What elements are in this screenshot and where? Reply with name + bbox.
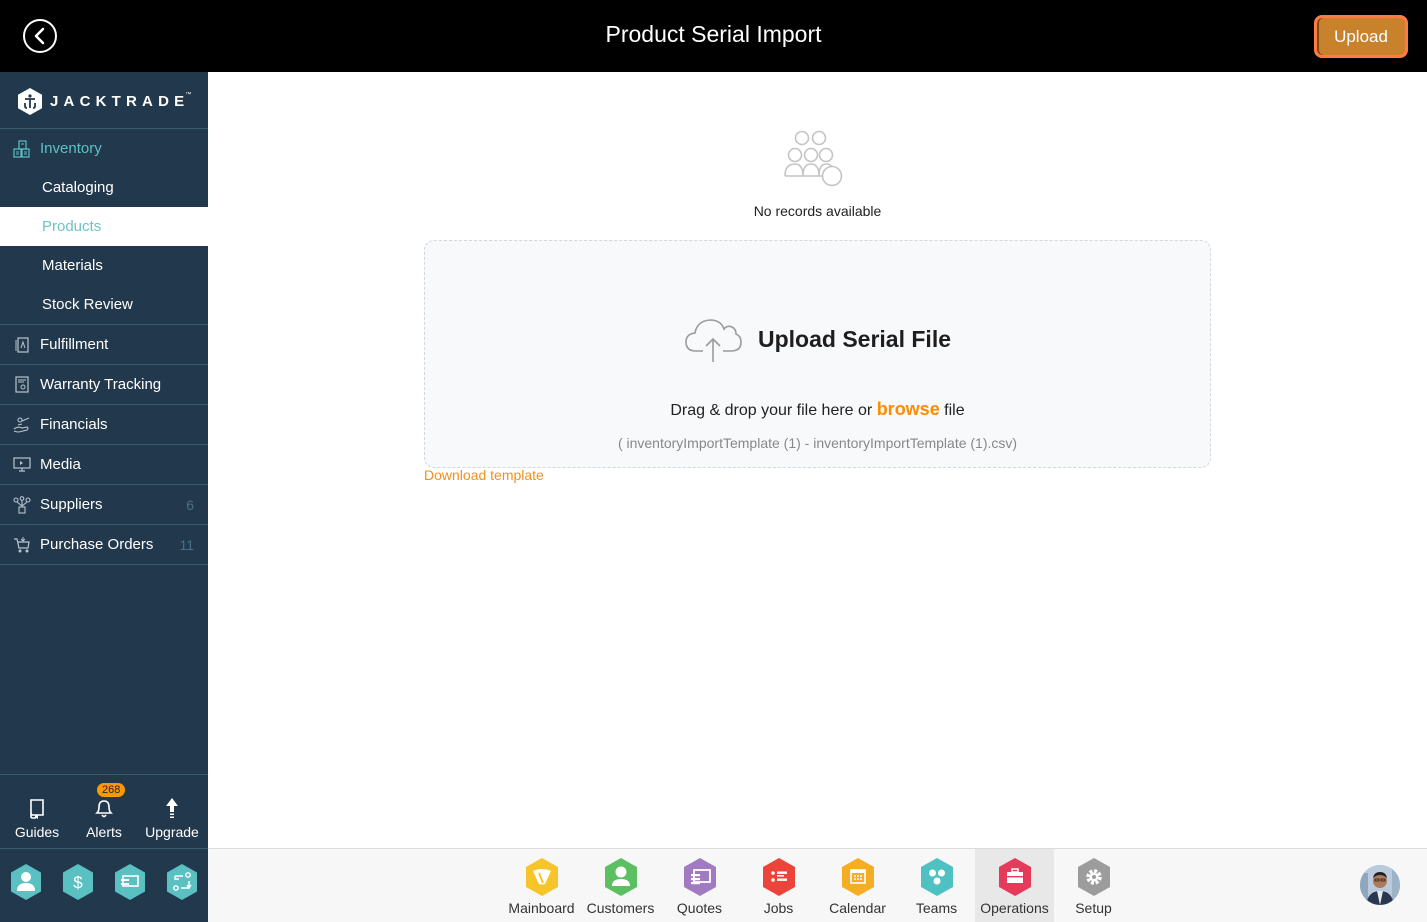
- app-label: Jobs: [763, 900, 794, 916]
- brand-name: JACKTRADE: [50, 92, 190, 110]
- drag-text: Drag & drop your file here or: [670, 402, 877, 419]
- bell-icon: [95, 800, 113, 818]
- quick-workflow-button[interactable]: [166, 864, 198, 900]
- sidebar-item-label: Suppliers: [40, 496, 103, 513]
- fulfillment-icon: [13, 336, 31, 354]
- workflow-icon: [167, 864, 197, 900]
- app-calendar[interactable]: Calendar: [818, 849, 897, 922]
- sidebar-item-label: Inventory: [40, 140, 102, 157]
- cloud-upload-icon: [685, 319, 742, 362]
- app-mainboard[interactable]: Mainboard: [502, 849, 581, 922]
- briefcase-icon: [998, 858, 1031, 896]
- media-icon: [13, 456, 31, 474]
- file-dropzone[interactable]: Upload Serial File Drag & drop your file…: [424, 240, 1211, 468]
- sidebar-item-warranty-tracking[interactable]: Warranty Tracking: [0, 365, 208, 405]
- dollar-icon: $: [63, 864, 93, 900]
- purchase-orders-icon: [13, 536, 31, 554]
- quick-actions: $: [0, 864, 208, 904]
- download-template-link[interactable]: Download template: [424, 467, 544, 483]
- mainboard-icon: [525, 858, 558, 896]
- alerts-badge: 268: [97, 783, 126, 797]
- jobs-icon: [762, 858, 795, 896]
- quick-user-button[interactable]: [10, 864, 42, 900]
- sidebar-item-label: Fulfillment: [40, 336, 109, 353]
- guides-button[interactable]: Guides: [14, 791, 60, 840]
- app-label: Customers: [586, 900, 655, 916]
- suppliers-count: 6: [186, 496, 194, 513]
- quotes-icon: [683, 858, 716, 896]
- app-customers[interactable]: Customers: [581, 849, 660, 922]
- book-icon: [30, 799, 44, 819]
- upload-button[interactable]: Upload: [1314, 15, 1408, 58]
- upload-header: Upload Serial File: [425, 315, 1210, 363]
- top-bar: Product Serial Import Upload: [0, 0, 1427, 72]
- app-label: Quotes: [676, 900, 723, 916]
- warranty-icon: [13, 376, 31, 394]
- sidebar-subitem-stock-review[interactable]: Stock Review: [0, 285, 208, 324]
- utility-row: Guides 268 Alerts Upgrade: [0, 775, 208, 848]
- inventory-group: Inventory Cataloging Products Materials …: [0, 129, 208, 325]
- customer-icon: [604, 858, 637, 896]
- teams-icon: [920, 858, 953, 896]
- app-label: Operations: [980, 900, 1049, 916]
- sidebar-item-purchase-orders[interactable]: Purchase Orders 11: [0, 525, 208, 565]
- app-label: Calendar: [829, 900, 886, 916]
- gear-icon: [1077, 858, 1110, 896]
- app-label: Setup: [1075, 900, 1112, 916]
- selected-file-name: ( inventoryImportTemplate (1) - inventor…: [617, 435, 1018, 451]
- app-label: Teams: [915, 900, 958, 916]
- calendar-icon: [841, 858, 874, 896]
- app-jobs[interactable]: Jobs: [739, 849, 818, 922]
- quick-cash-button[interactable]: [114, 864, 146, 900]
- upgrade-label: Upgrade: [145, 824, 199, 840]
- suppliers-icon: [13, 495, 31, 514]
- app-quotes[interactable]: Quotes: [660, 849, 739, 922]
- arrow-up-icon: [166, 798, 178, 818]
- sidebar-item-fulfillment[interactable]: Fulfillment: [0, 325, 208, 365]
- alerts-button[interactable]: 268 Alerts: [84, 783, 126, 840]
- bottom-app-bar: Mainboard Customers Quotes Jobs Calendar…: [208, 848, 1427, 922]
- sidebar-item-media[interactable]: Media: [0, 445, 208, 485]
- app-label: Mainboard: [508, 900, 575, 916]
- divider: [0, 848, 208, 849]
- app-operations[interactable]: Operations: [975, 849, 1054, 922]
- app-teams[interactable]: Teams: [897, 849, 976, 922]
- sidebar-nav: Inventory Cataloging Products Materials …: [0, 129, 208, 565]
- sidebar-item-label: Warranty Tracking: [40, 376, 162, 393]
- drag-drop-text: Drag & drop your file here or browse fil…: [425, 399, 1210, 420]
- empty-state-text: No records available: [753, 203, 882, 219]
- main-content: No records available Upload Serial File …: [208, 72, 1427, 848]
- inventory-icon: [13, 139, 31, 158]
- purchase-orders-count: 11: [179, 536, 194, 553]
- page-title: Product Serial Import: [605, 21, 822, 47]
- trademark: ™: [185, 92, 192, 98]
- sidebar-item-inventory[interactable]: Inventory: [0, 129, 208, 168]
- sidebar: JACKTRADE ™ Inventory Cataloging Product…: [0, 72, 208, 922]
- jacktrade-logo-icon: [18, 87, 42, 115]
- svg-text:$: $: [73, 873, 83, 892]
- financials-icon: [13, 416, 31, 434]
- sidebar-subitem-products[interactable]: Products: [0, 207, 208, 246]
- user-avatar[interactable]: [1360, 865, 1400, 905]
- drag-text-suffix: file: [939, 402, 965, 419]
- avatar-image: [1360, 865, 1400, 905]
- empty-people-icon: [784, 130, 846, 193]
- sidebar-item-suppliers[interactable]: Suppliers 6: [0, 485, 208, 525]
- sidebar-subitem-cataloging[interactable]: Cataloging: [0, 168, 208, 207]
- guides-label: Guides: [14, 824, 60, 840]
- sidebar-subitem-materials[interactable]: Materials: [0, 246, 208, 285]
- browse-link[interactable]: browse: [877, 399, 940, 419]
- upgrade-button[interactable]: Upgrade: [144, 791, 200, 840]
- quick-dollar-button[interactable]: $: [62, 864, 94, 900]
- brand-logo[interactable]: JACKTRADE ™: [18, 86, 195, 116]
- cash-icon: [115, 864, 145, 900]
- sidebar-item-label: Purchase Orders: [40, 536, 154, 553]
- sidebar-item-label: Financials: [40, 416, 108, 433]
- app-setup[interactable]: Setup: [1054, 849, 1133, 922]
- alerts-label: Alerts: [86, 824, 122, 840]
- sidebar-item-financials[interactable]: Financials: [0, 405, 208, 445]
- upload-title: Upload Serial File: [758, 325, 951, 352]
- user-icon: [11, 864, 41, 900]
- sidebar-item-label: Media: [40, 456, 81, 473]
